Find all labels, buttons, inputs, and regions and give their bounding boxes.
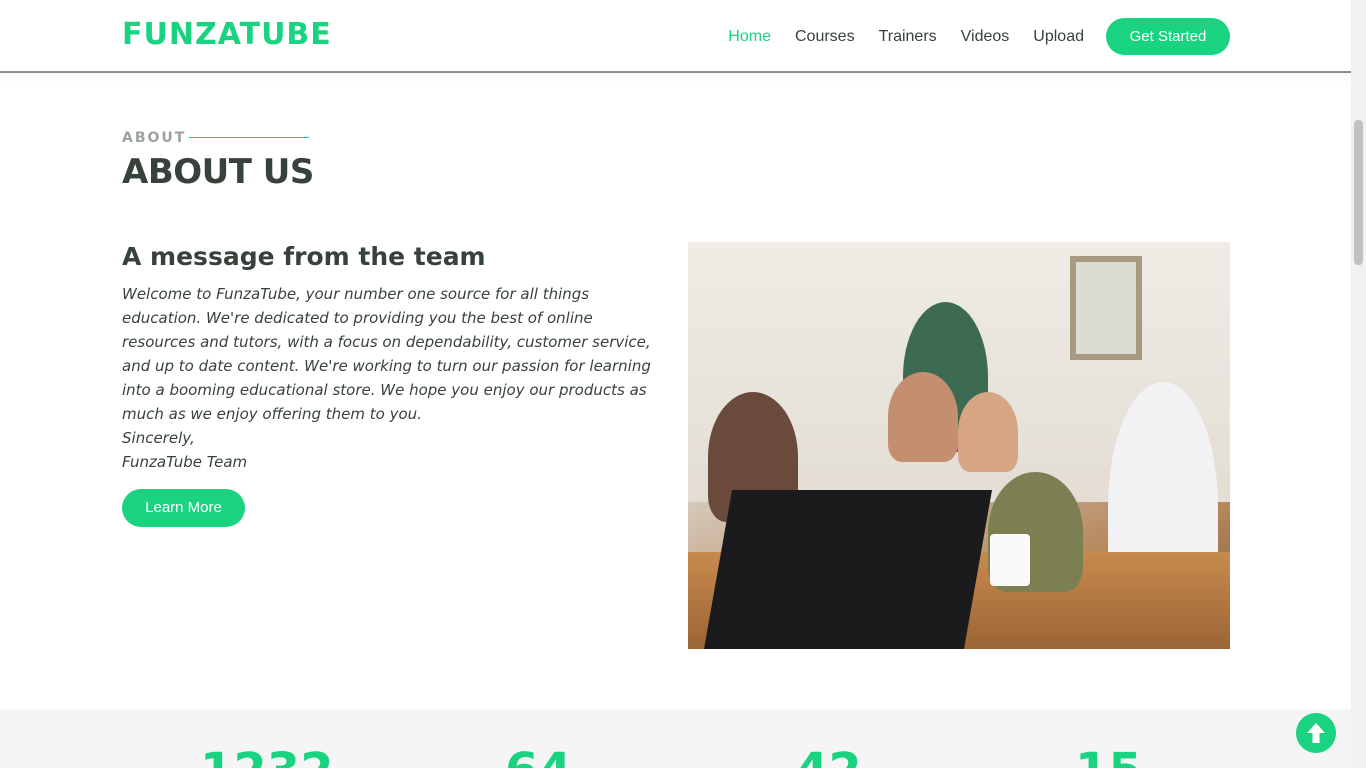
message-title: A message from the team xyxy=(122,242,486,271)
team-photo xyxy=(688,242,1230,649)
photo-mug xyxy=(990,534,1030,586)
nav-trainers[interactable]: Trainers xyxy=(879,19,937,55)
section-subtitle: ABOUT xyxy=(122,130,187,146)
about-message: A message from the team Welcome to Funza… xyxy=(122,240,667,474)
site-header: FUNZATUBE Home Courses Trainers Videos U… xyxy=(0,0,1351,73)
main-nav: Home Courses Trainers Videos Upload Get … xyxy=(704,18,1230,55)
stat-value: 64 xyxy=(505,747,572,768)
message-signoff: Sincerely, xyxy=(122,429,195,447)
stat-value: 1232 xyxy=(200,747,334,768)
back-to-top-button[interactable] xyxy=(1296,713,1336,753)
photo-person xyxy=(888,372,958,462)
message-body: Welcome to FunzaTube, your number one so… xyxy=(122,282,667,474)
message-signature: FunzaTube Team xyxy=(122,453,248,471)
photo-wall-frame xyxy=(1070,256,1142,360)
scrollbar-thumb[interactable] xyxy=(1354,120,1363,265)
stat-value: 42 xyxy=(795,747,862,768)
stat-value: 15 xyxy=(1075,747,1142,768)
nav-courses[interactable]: Courses xyxy=(795,19,855,55)
site-logo[interactable]: FUNZATUBE xyxy=(122,17,332,52)
nav-videos[interactable]: Videos xyxy=(961,19,1010,55)
nav-home[interactable]: Home xyxy=(728,19,771,55)
message-paragraph: Welcome to FunzaTube, your number one so… xyxy=(122,285,651,423)
page-title: ABOUT US xyxy=(122,152,314,192)
arrow-up-icon xyxy=(1307,723,1325,743)
nav-upload[interactable]: Upload xyxy=(1033,19,1084,55)
section-divider xyxy=(189,137,309,138)
stats-section: 1232 64 42 15 xyxy=(0,709,1351,768)
photo-laptop xyxy=(703,490,993,649)
photo-person xyxy=(958,392,1018,472)
page-scrollbar[interactable] xyxy=(1351,0,1366,768)
get-started-button[interactable]: Get Started xyxy=(1106,18,1230,55)
learn-more-button[interactable]: Learn More xyxy=(122,489,245,527)
